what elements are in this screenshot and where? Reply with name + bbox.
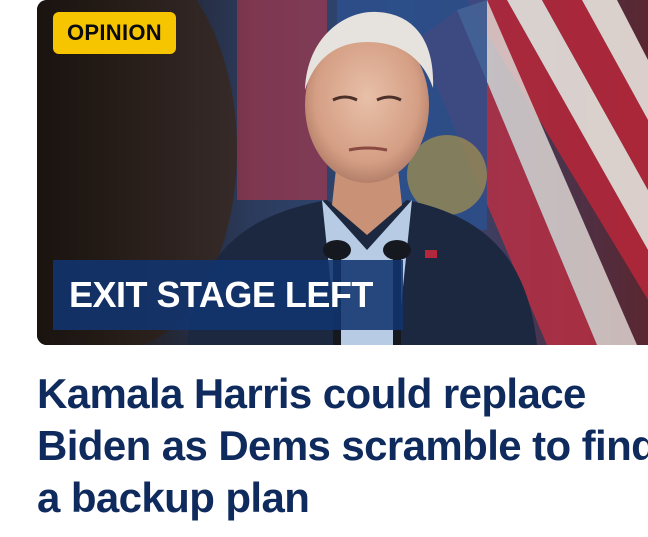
headline-line[interactable]: Biden as Dems scramble to find (37, 420, 648, 472)
article-card[interactable]: OPINION EXIT STAGE LEFT Kamala Harris co… (0, 0, 648, 537)
headline-line[interactable]: Kamala Harris could replace (37, 368, 648, 420)
article-headline[interactable]: Kamala Harris could replace Biden as Dem… (37, 368, 648, 524)
headline-line[interactable]: a backup plan (37, 472, 648, 524)
opinion-badge: OPINION (53, 12, 176, 54)
kicker-label: EXIT STAGE LEFT (53, 260, 403, 330)
